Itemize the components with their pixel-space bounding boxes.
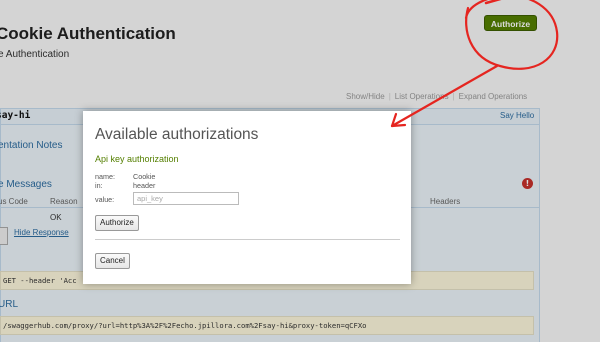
value-label: value: [95, 195, 115, 204]
dialog-title: Available authorizations [95, 126, 259, 143]
api-key-input[interactable] [133, 192, 239, 205]
in-label: in: [95, 181, 103, 190]
name-label: name: [95, 172, 115, 181]
in-value: header [133, 181, 156, 190]
dialog-divider [95, 239, 400, 240]
dialog-authorize-button[interactable]: Authorize [95, 215, 139, 231]
api-key-authorization-heading: Api key authorization [95, 154, 179, 164]
dialog-cancel-button[interactable]: Cancel [95, 253, 130, 269]
authorization-dialog: Available authorizations Api key authori… [83, 111, 411, 284]
name-value: Cookie [133, 172, 156, 181]
